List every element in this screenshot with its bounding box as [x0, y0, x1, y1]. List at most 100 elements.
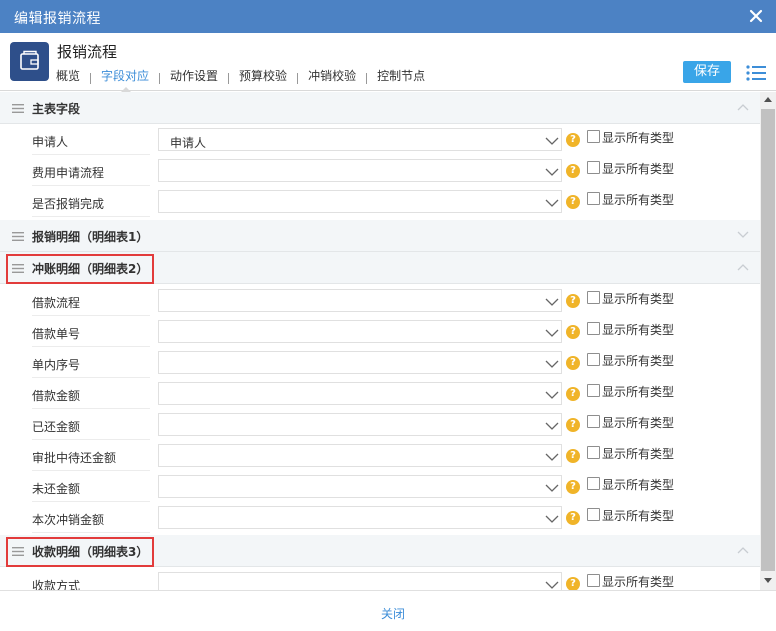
section-title: 冲账明细（明细表2）	[32, 262, 149, 276]
field-label: 申请人	[32, 133, 150, 155]
field-select[interactable]	[158, 413, 562, 436]
show-all-types-checkbox[interactable]	[587, 291, 600, 304]
field-select[interactable]	[158, 289, 562, 312]
help-icon[interactable]: ?	[566, 418, 580, 432]
chevron-down-icon	[545, 391, 559, 399]
scroll-up-arrow-icon[interactable]	[764, 97, 772, 102]
wallet-icon	[10, 42, 49, 81]
close-icon[interactable]	[746, 6, 766, 26]
show-all-types-checkbox[interactable]	[587, 508, 600, 521]
section-title: 主表字段	[32, 102, 81, 116]
checkbox-label: 显示所有类型	[602, 193, 675, 207]
checkbox-label: 显示所有类型	[602, 478, 675, 492]
field-select[interactable]: 申请人	[158, 128, 562, 151]
checkbox-label: 显示所有类型	[602, 416, 675, 430]
field-label: 已还金额	[32, 418, 150, 440]
show-all-types-checkbox[interactable]	[587, 353, 600, 366]
help-icon[interactable]: ?	[566, 511, 580, 525]
field-select[interactable]	[158, 444, 562, 467]
field-label: 是否报销完成	[32, 195, 150, 217]
section-header-detail3[interactable]: 收款明细（明细表3）	[0, 535, 760, 567]
show-all-types-checkbox[interactable]	[587, 446, 600, 459]
help-icon[interactable]: ?	[566, 449, 580, 463]
drag-handle-icon[interactable]	[12, 104, 24, 113]
checkbox-label: 显示所有类型	[602, 131, 675, 145]
scrollbar-thumb[interactable]	[761, 109, 775, 571]
section-header-detail1[interactable]: 报销明细（明细表1）	[0, 220, 760, 252]
help-icon[interactable]: ?	[566, 356, 580, 370]
field-select[interactable]	[158, 382, 562, 405]
vertical-scrollbar[interactable]	[760, 92, 776, 590]
scroll-down-arrow-icon[interactable]	[764, 578, 772, 583]
show-all-types-checkbox[interactable]	[587, 477, 600, 490]
field-select[interactable]	[158, 475, 562, 498]
chevron-down-icon	[545, 453, 559, 461]
show-all-types-checkbox[interactable]	[587, 574, 600, 587]
chevron-up-icon[interactable]	[737, 546, 749, 554]
show-all-types-checkbox[interactable]	[587, 130, 600, 143]
chevron-down-icon[interactable]	[737, 231, 749, 239]
section-header-main[interactable]: 主表字段	[0, 92, 760, 124]
checkbox-label: 显示所有类型	[602, 447, 675, 461]
chevron-down-icon	[545, 484, 559, 492]
field-row: 审批中待还金额 ? 显示所有类型	[0, 440, 760, 471]
tab-bar: 概览 字段对应 动作设置 预算校验 冲销校验 控制节点	[56, 68, 435, 92]
field-mapping-panel: 主表字段 申请人 申请人 ? 显示所有类型 费用申请流程 ? 显示所有类型 是否…	[0, 92, 760, 590]
show-all-types-checkbox[interactable]	[587, 322, 600, 335]
tab-action-settings[interactable]: 动作设置	[170, 68, 228, 88]
help-icon[interactable]: ?	[566, 387, 580, 401]
field-select[interactable]	[158, 572, 562, 590]
help-icon[interactable]: ?	[566, 133, 580, 147]
chevron-down-icon	[545, 199, 559, 207]
show-all-types-checkbox[interactable]	[587, 192, 600, 205]
tab-control-nodes[interactable]: 控制节点	[377, 68, 435, 88]
flow-header: 报销流程 概览 字段对应 动作设置 预算校验 冲销校验 控制节点 保存	[0, 33, 776, 92]
tab-divider	[159, 72, 161, 84]
chevron-down-icon	[545, 329, 559, 337]
drag-handle-icon[interactable]	[12, 232, 24, 241]
field-label: 未还金额	[32, 480, 150, 502]
field-row: 本次冲销金额 ? 显示所有类型	[0, 502, 760, 533]
field-label: 借款金额	[32, 387, 150, 409]
field-label: 借款单号	[32, 325, 150, 347]
field-select[interactable]	[158, 190, 562, 213]
help-icon[interactable]: ?	[566, 294, 580, 308]
tab-writeoff-check[interactable]: 冲销校验	[308, 68, 366, 88]
field-label: 审批中待还金额	[32, 449, 150, 471]
field-select[interactable]	[158, 320, 562, 343]
field-row: 申请人 申请人 ? 显示所有类型	[0, 124, 760, 155]
help-icon[interactable]: ?	[566, 480, 580, 494]
field-row: 借款流程 ? 显示所有类型	[0, 285, 760, 316]
chevron-up-icon[interactable]	[737, 103, 749, 111]
help-icon[interactable]: ?	[566, 325, 580, 339]
checkbox-label: 显示所有类型	[602, 575, 675, 589]
show-all-types-checkbox[interactable]	[587, 415, 600, 428]
tab-divider	[90, 72, 92, 84]
field-row: 是否报销完成 ? 显示所有类型	[0, 186, 760, 217]
menu-list-icon[interactable]	[745, 64, 767, 82]
drag-handle-icon[interactable]	[12, 547, 24, 556]
tab-divider	[366, 72, 368, 84]
help-icon[interactable]: ?	[566, 195, 580, 209]
chevron-down-icon	[545, 168, 559, 176]
save-button[interactable]: 保存	[683, 61, 731, 83]
field-row: 借款单号 ? 显示所有类型	[0, 316, 760, 347]
chevron-down-icon	[545, 360, 559, 368]
field-select[interactable]	[158, 351, 562, 374]
show-all-types-checkbox[interactable]	[587, 161, 600, 174]
chevron-up-icon[interactable]	[737, 263, 749, 271]
help-icon[interactable]: ?	[566, 164, 580, 178]
field-select[interactable]	[158, 159, 562, 182]
drag-handle-icon[interactable]	[12, 264, 24, 273]
help-icon[interactable]: ?	[566, 577, 580, 590]
tab-field-mapping[interactable]: 字段对应	[101, 68, 159, 92]
chevron-down-icon	[545, 298, 559, 306]
section-header-detail2[interactable]: 冲账明细（明细表2）	[0, 252, 760, 284]
tab-overview[interactable]: 概览	[56, 68, 90, 88]
close-button[interactable]: 关闭	[381, 605, 405, 622]
dialog-footer: 关闭	[0, 590, 776, 631]
tab-budget-check[interactable]: 预算校验	[239, 68, 297, 88]
select-value: 申请人	[170, 136, 207, 150]
field-select[interactable]	[158, 506, 562, 529]
show-all-types-checkbox[interactable]	[587, 384, 600, 397]
